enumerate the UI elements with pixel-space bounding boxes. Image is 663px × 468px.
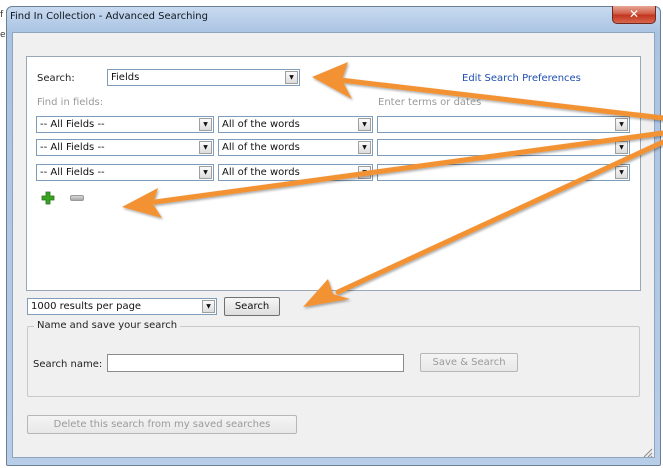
operator-select-value: All of the words: [222, 142, 300, 153]
operator-select-value: All of the words: [222, 119, 300, 130]
close-button[interactable]: ✕: [612, 6, 656, 24]
dropdown-arrow-icon: ▼: [358, 166, 371, 179]
dropdown-arrow-icon: ▼: [615, 141, 628, 154]
field-select-value: -- All Fields --: [40, 119, 105, 130]
operator-select-value: All of the words: [222, 167, 300, 178]
field-select-value: -- All Fields --: [40, 167, 105, 178]
enter-terms-label: Enter terms or dates: [378, 97, 482, 108]
dropdown-arrow-icon: ▼: [199, 118, 212, 131]
background-glyph: f: [0, 10, 4, 20]
term-input-2[interactable]: ▼: [377, 139, 630, 156]
dropdown-arrow-icon: ▼: [615, 118, 628, 131]
find-in-fields-label: Find in fields:: [37, 97, 104, 108]
dropdown-arrow-icon: ▼: [202, 300, 215, 313]
field-select-3[interactable]: -- All Fields -- ▼: [36, 164, 214, 181]
minus-icon[interactable]: [70, 195, 84, 201]
background-glyph: e: [0, 30, 6, 40]
dropdown-arrow-icon: ▼: [615, 166, 628, 179]
operator-select-1[interactable]: All of the words ▼: [218, 116, 373, 133]
results-per-page-select[interactable]: 1000 results per page ▼: [27, 298, 217, 315]
search-mode-label: Search:: [37, 73, 75, 84]
save-and-search-button[interactable]: Save & Search: [420, 353, 518, 372]
dropdown-arrow-icon: ▼: [199, 166, 212, 179]
field-select-value: -- All Fields --: [40, 142, 105, 153]
search-name-label: Search name:: [33, 359, 103, 370]
dropdown-arrow-icon: ▼: [199, 141, 212, 154]
resize-grip-icon[interactable]: [641, 446, 653, 458]
search-button[interactable]: Search: [224, 297, 280, 316]
plus-icon[interactable]: [41, 191, 55, 205]
dropdown-arrow-icon: ▼: [358, 118, 371, 131]
field-select-1[interactable]: -- All Fields -- ▼: [36, 116, 214, 133]
dropdown-arrow-icon: ▼: [358, 141, 371, 154]
close-icon: ✕: [628, 7, 640, 21]
operator-select-3[interactable]: All of the words ▼: [218, 164, 373, 181]
window-title: Find In Collection - Advanced Searching: [10, 11, 208, 22]
edit-search-preferences-link[interactable]: Edit Search Preferences: [462, 73, 581, 84]
search-mode-value: Fields: [111, 72, 140, 83]
results-per-page-value: 1000 results per page: [31, 301, 142, 312]
search-mode-select[interactable]: Fields ▼: [107, 69, 300, 86]
delete-saved-search-button[interactable]: Delete this search from my saved searche…: [27, 415, 297, 434]
term-input-3[interactable]: ▼: [377, 164, 630, 181]
search-name-input[interactable]: [107, 354, 404, 372]
operator-select-2[interactable]: All of the words ▼: [218, 139, 373, 156]
field-select-2[interactable]: -- All Fields -- ▼: [36, 139, 214, 156]
save-search-group-title: Name and save your search: [34, 320, 181, 331]
dropdown-arrow-icon: ▼: [285, 71, 298, 84]
term-input-1[interactable]: ▼: [377, 116, 630, 133]
